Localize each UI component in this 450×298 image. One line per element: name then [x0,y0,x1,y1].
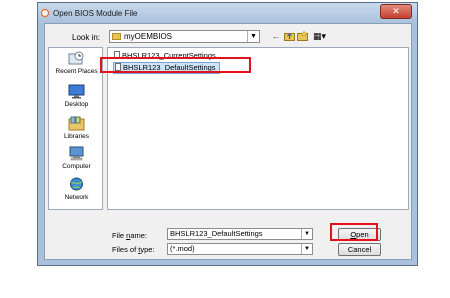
sidebar-item-computer[interactable]: Computer [49,146,104,170]
sidebar-item-network[interactable]: Network [49,177,104,201]
cancel-button[interactable]: Cancel [338,243,381,256]
up-folder-icon[interactable] [284,31,295,42]
back-icon[interactable]: ← [270,31,282,42]
file-name-field[interactable]: BHSLR123_DefaultSettings ▼ [167,228,313,240]
sidebar-item-label: Recent Places [55,68,98,75]
close-button[interactable]: ✕ [380,4,412,19]
sidebar-item-libraries[interactable]: Libraries [49,116,104,140]
app-icon [41,9,49,17]
look-in-dropdown[interactable]: myOEMBIOS ▼ [109,30,260,43]
dialog-title: Open BIOS Module File [53,9,138,18]
file-name-label: File name: [112,231,148,240]
highlight-box-open-button [330,223,378,241]
file-type-value: (*.mod) [170,244,195,253]
highlight-box-selected-file [100,57,251,73]
recent-places-icon [68,51,85,66]
computer-icon [68,146,85,161]
title-bar[interactable]: Open BIOS Module File ✕ [38,3,417,23]
look-in-value: myOEMBIOS [124,32,173,41]
places-bar: Recent Places Desktop Libraries Computer [48,47,103,210]
desktop-icon [68,84,85,99]
sidebar-item-label: Desktop [64,101,89,108]
sidebar-item-label: Computer [62,163,91,170]
file-type-label: Files of type: [112,245,155,254]
sidebar-item-label: Libraries [64,133,89,140]
chevron-down-icon[interactable]: ▼ [247,31,259,42]
chevron-down-icon[interactable]: ▼ [301,244,312,254]
libraries-icon [68,116,85,131]
view-menu-icon[interactable]: ▦▾ [311,31,328,42]
file-name-value: BHSLR123_DefaultSettings [170,229,263,238]
file-type-select[interactable]: (*.mod) ▼ [167,243,313,255]
new-folder-icon[interactable] [297,30,308,42]
sidebar-item-recent-places[interactable]: Recent Places [49,51,104,75]
sidebar-item-label: Network [64,194,89,201]
sidebar-item-desktop[interactable]: Desktop [49,84,104,108]
look-in-label: Look in: [72,33,101,42]
folder-icon [112,33,121,40]
chevron-down-icon[interactable]: ▼ [301,229,312,239]
network-icon [68,177,85,192]
